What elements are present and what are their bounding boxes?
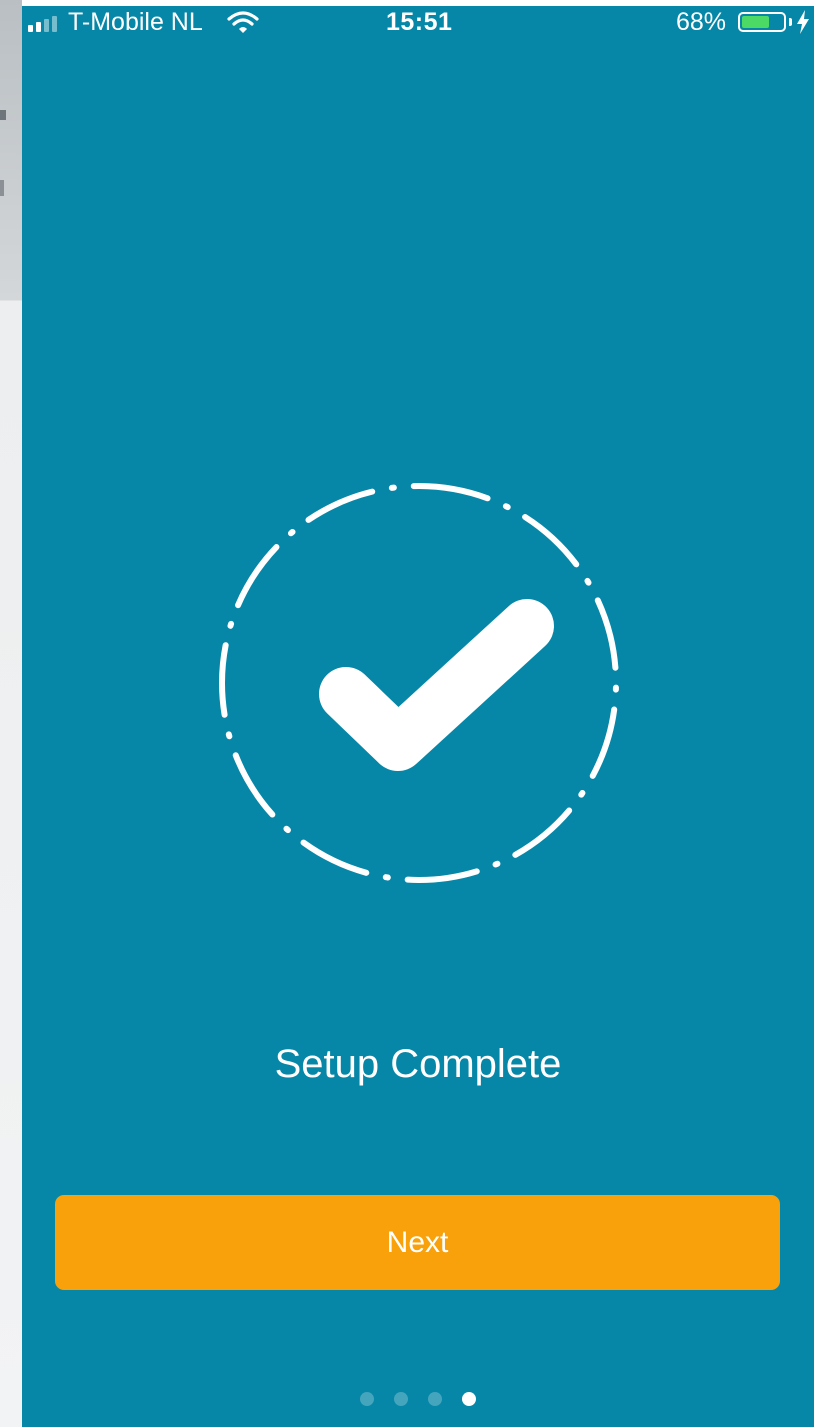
background-window-detail (0, 180, 4, 196)
signal-icon (28, 16, 57, 32)
setup-complete-screen: T-Mobile NL 15:51 68% Setup Complete Nex… (22, 6, 814, 1427)
battery-cap (789, 18, 792, 26)
battery-icon (738, 12, 786, 32)
charging-bolt-icon (797, 10, 809, 34)
page-dot (394, 1392, 408, 1406)
carrier-name: T-Mobile NL (68, 8, 203, 36)
page-indicator (22, 1392, 814, 1406)
checkmark-in-dashed-circle-icon (219, 483, 619, 883)
page-title: Setup Complete (274, 1042, 562, 1086)
battery-fill (742, 16, 769, 28)
page-dot (360, 1392, 374, 1406)
wifi-icon (227, 11, 259, 33)
status-bar: T-Mobile NL 15:51 68% (22, 6, 814, 40)
status-time: 15:51 (386, 8, 453, 36)
battery-percentage: 68% (676, 8, 727, 36)
page-dot-active (462, 1392, 476, 1406)
page-dot (428, 1392, 442, 1406)
background-window-edge (0, 0, 22, 1427)
background-window-detail (0, 110, 6, 120)
next-button[interactable]: Next (55, 1195, 780, 1290)
